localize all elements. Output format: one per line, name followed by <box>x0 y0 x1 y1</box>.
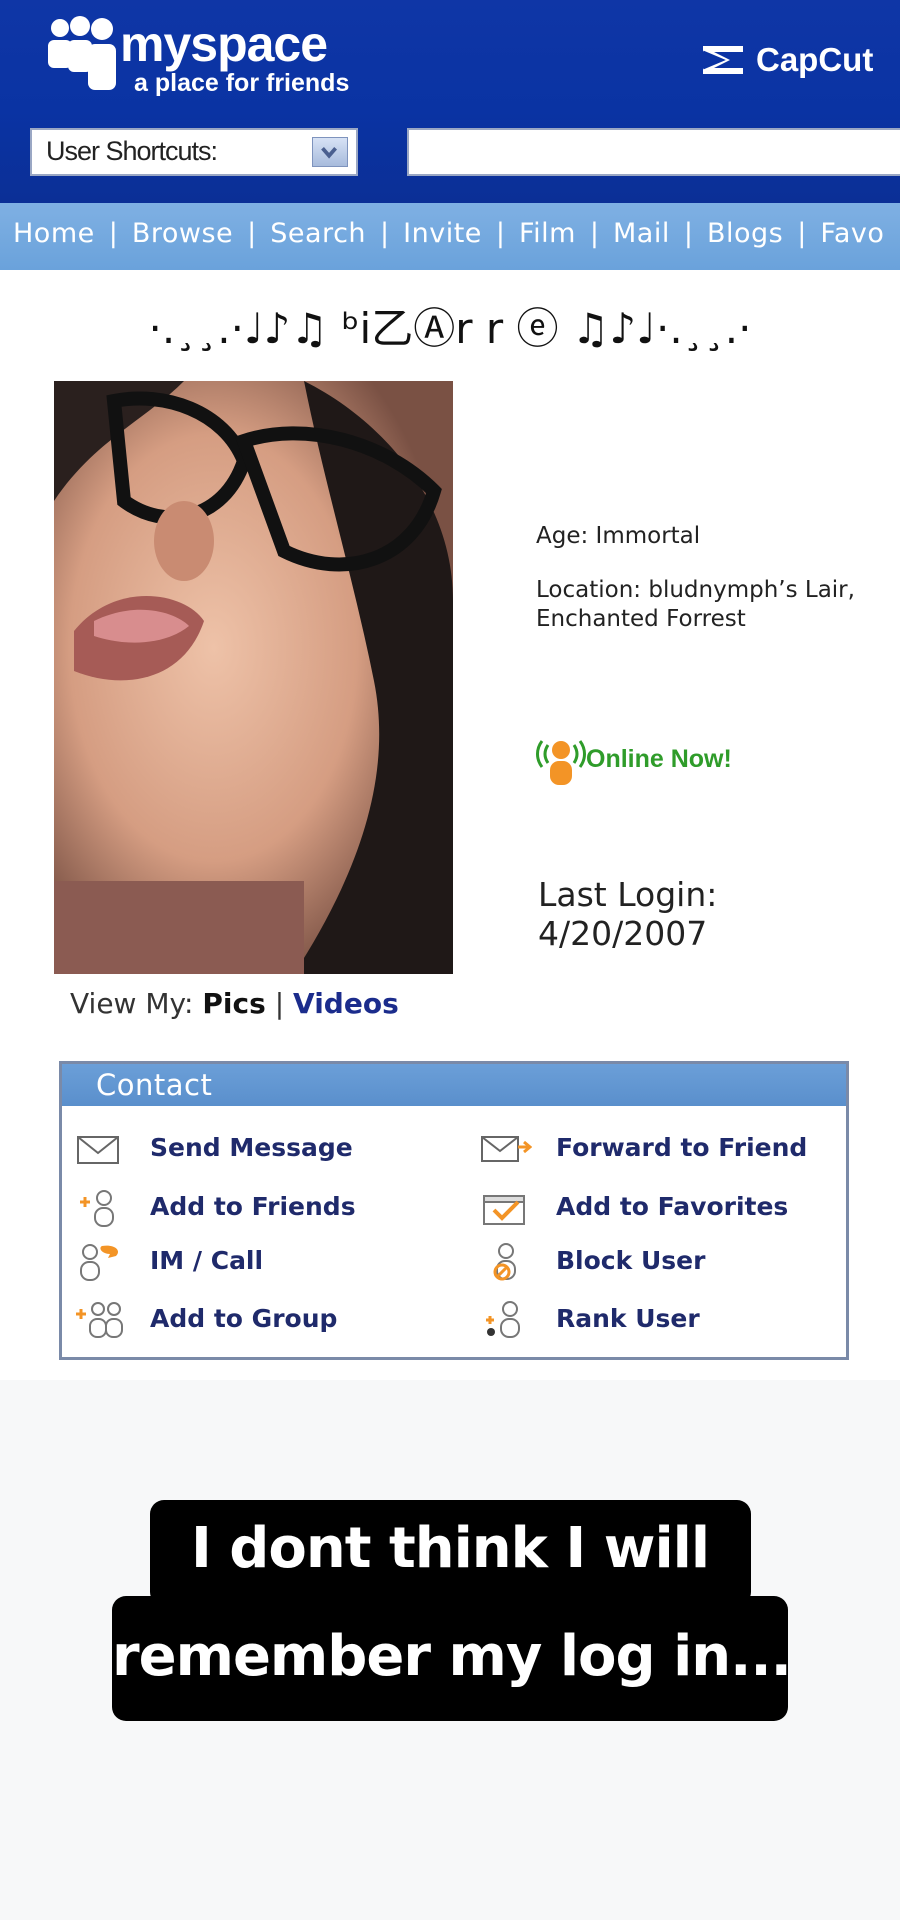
block-user-button[interactable]: Block User <box>480 1240 840 1284</box>
forward-to-friend-button[interactable]: Forward to Friend <box>480 1127 840 1171</box>
capcut-icon <box>702 46 743 74</box>
view-videos-link[interactable]: Videos <box>293 987 399 1020</box>
add-to-favorites-button[interactable]: Add to Favorites <box>480 1186 840 1230</box>
nav-separator: | <box>108 218 118 249</box>
nav-separator: | <box>380 218 390 249</box>
main-nav: Home | Browse | Search | Invite | Film |… <box>0 203 900 270</box>
im-call-button[interactable]: IM / Call <box>74 1240 434 1284</box>
nav-favorites[interactable]: Favo <box>820 218 884 249</box>
user-shortcuts-dropdown[interactable]: User Shortcuts: <box>30 128 358 176</box>
nav-blogs[interactable]: Blogs <box>707 218 783 249</box>
send-message-label: Send Message <box>150 1133 353 1162</box>
block-user-label: Block User <box>556 1246 706 1275</box>
im-call-label: IM / Call <box>150 1246 264 1275</box>
nav-film[interactable]: Film <box>519 218 576 249</box>
nav-home[interactable]: Home <box>13 218 95 249</box>
search-input[interactable] <box>407 128 900 176</box>
add-group-icon <box>76 1302 123 1338</box>
add-to-group-button[interactable]: Add to Group <box>74 1298 434 1342</box>
rank-user-label: Rank User <box>556 1304 700 1333</box>
nav-invite[interactable]: Invite <box>403 218 482 249</box>
send-message-button[interactable]: Send Message <box>74 1127 434 1171</box>
contact-title: Contact <box>96 1068 213 1102</box>
myspace-tagline: a place for friends <box>134 69 350 97</box>
caption-line2: remember my log in... <box>112 1624 792 1689</box>
nav-separator: | <box>495 218 506 249</box>
contact-box: Contact Send Message Forward to Friend A… <box>59 1061 849 1360</box>
caption-line1: I dont think I will <box>190 1516 710 1581</box>
nav-browse[interactable]: Browse <box>132 218 233 249</box>
im-call-icon <box>80 1244 119 1281</box>
forward-envelope-icon <box>481 1136 532 1162</box>
nav-separator: | <box>589 218 599 249</box>
profile-photo-image <box>54 381 453 974</box>
nav-separator: | <box>797 218 807 249</box>
view-my-label: View My: <box>70 987 194 1020</box>
chevron-down-icon[interactable] <box>312 137 348 167</box>
capcut-label: CapCut <box>756 41 874 78</box>
rank-user-icon <box>486 1301 520 1338</box>
profile-photo[interactable] <box>54 381 453 974</box>
myspace-wordmark: myspace <box>120 16 328 72</box>
capcut-watermark: CapCut <box>700 40 890 80</box>
nav-search[interactable]: Search <box>270 218 366 249</box>
contact-header: Contact <box>62 1064 846 1106</box>
add-friend-icon <box>80 1190 114 1227</box>
online-now-badge: Online Now! <box>536 731 776 787</box>
profile-location-line2: Enchanted Forrest <box>536 606 746 632</box>
add-to-friends-label: Add to Friends <box>150 1192 356 1221</box>
online-now-icon <box>536 740 586 785</box>
last-login-label: Last Login: <box>538 875 718 914</box>
favorites-icon <box>483 1195 525 1225</box>
envelope-icon <box>77 1136 119 1164</box>
user-shortcuts-label: User Shortcuts: <box>46 136 218 166</box>
view-separator: | <box>274 987 285 1020</box>
online-now-label: Online Now! <box>586 745 732 773</box>
myspace-header: myspace a place for friends CapCut User … <box>0 0 900 203</box>
profile-display-name: ·.¸¸.·♩♪♫ ᵇi乙Ⓐr r ⓔ ♫♪♩·.¸¸.· <box>148 304 752 353</box>
view-my-links: View My: Pics | Videos <box>70 987 399 1020</box>
nav-separator: | <box>247 218 257 249</box>
profile-location: Location: bludnymph’s Lair, Enchanted Fo… <box>536 576 896 634</box>
nav-separator: | <box>683 218 693 249</box>
myspace-people-icon <box>48 16 116 90</box>
forward-to-friend-label: Forward to Friend <box>556 1133 808 1162</box>
add-to-group-label: Add to Group <box>150 1304 338 1333</box>
add-to-favorites-label: Add to Favorites <box>556 1192 789 1221</box>
myspace-logo[interactable]: myspace a place for friends <box>46 16 376 106</box>
last-login-date: 4/20/2007 <box>538 914 708 953</box>
view-pics-link[interactable]: Pics <box>202 987 265 1020</box>
rank-user-button[interactable]: Rank User <box>480 1298 840 1342</box>
profile-age: Age: Immortal <box>536 523 701 549</box>
add-to-friends-button[interactable]: Add to Friends <box>74 1186 434 1230</box>
profile-location-line1: Location: bludnymph’s Lair, <box>536 577 855 603</box>
nav-mail[interactable]: Mail <box>613 218 670 249</box>
block-user-icon <box>493 1243 516 1281</box>
